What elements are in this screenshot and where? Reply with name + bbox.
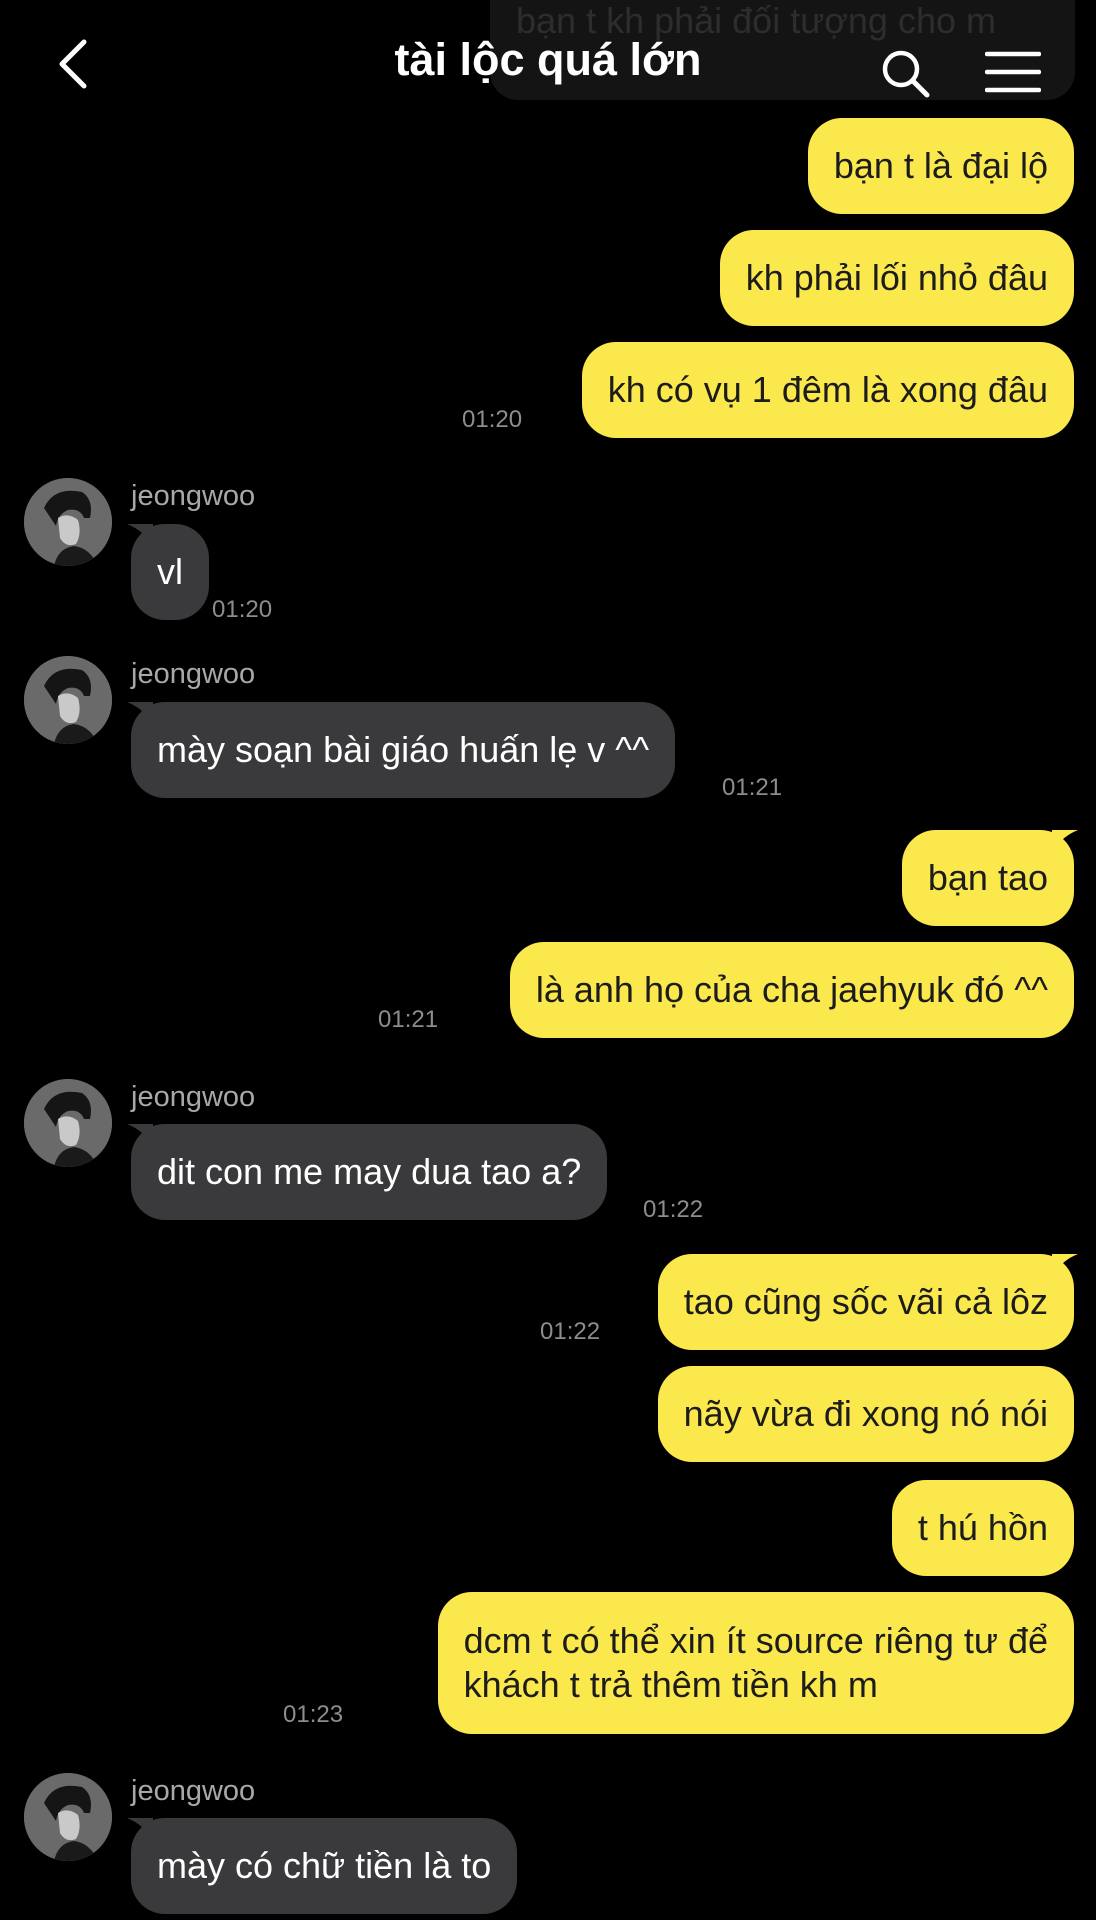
- search-icon: [882, 50, 930, 98]
- message-text: bạn t là đại lộ: [833, 145, 1048, 186]
- message-text: mày soạn bài giáo huấn lẹ v ^^: [157, 729, 650, 770]
- message-timestamp: 01:21: [722, 774, 783, 801]
- message-timestamp: 01:23: [283, 1701, 344, 1728]
- avatar-image: [24, 1773, 112, 1861]
- sent-message-bubble[interactable]: nãy vừa đi xong nó nói: [657, 1366, 1074, 1462]
- message-text: kh có vụ 1 đêm là xong đâu: [607, 369, 1048, 410]
- avatar-image: [24, 1079, 112, 1167]
- message-text: tao cũng sốc vãi cả lôz: [683, 1281, 1048, 1322]
- avatar[interactable]: [24, 1079, 112, 1167]
- sent-message-bubble[interactable]: tao cũng sốc vãi cả lôz: [657, 1254, 1078, 1350]
- message-timestamp: 01:22: [643, 1196, 704, 1223]
- sent-message-bubble[interactable]: t hú hồn: [891, 1480, 1074, 1576]
- sender-name: jeongwoo: [131, 1081, 256, 1113]
- avatar[interactable]: [24, 1773, 112, 1861]
- message-text: vl: [157, 551, 183, 592]
- message-timestamp: 01:20: [462, 406, 523, 433]
- message-text: mày có chữ tiền là to: [157, 1845, 492, 1886]
- received-message-bubble[interactable]: dit con me may dua tao a?: [127, 1124, 608, 1220]
- sender-name: jeongwoo: [131, 658, 256, 690]
- message-text: nãy vừa đi xong nó nói: [683, 1393, 1048, 1434]
- sender-name: jeongwoo: [131, 480, 256, 512]
- avatar-image: [24, 478, 112, 566]
- message-text-line: dcm t có thể xin ít source riêng tư để: [463, 1620, 1048, 1661]
- message-timestamp: 01:22: [540, 1318, 601, 1345]
- received-message-bubble[interactable]: mày có chữ tiền là to: [127, 1818, 518, 1914]
- message-timestamp: 01:21: [378, 1006, 439, 1033]
- chevron-left-icon: [59, 39, 87, 89]
- chat-header: tài lộc quá lớn: [0, 0, 1096, 130]
- avatar[interactable]: [24, 478, 112, 566]
- bubble-tail: [1052, 830, 1078, 856]
- sender-name: jeongwoo: [131, 1775, 256, 1807]
- search-button[interactable]: [880, 48, 932, 100]
- message-text: là anh họ của cha jaehyuk đó ^^: [535, 969, 1048, 1010]
- message-text: bạn tao: [927, 857, 1048, 898]
- hamburger-menu-icon: [984, 51, 1042, 93]
- bubble-tail: [127, 1124, 153, 1150]
- bubble-tail: [127, 702, 153, 728]
- sent-message-bubble[interactable]: là anh họ của cha jaehyuk đó ^^: [509, 942, 1074, 1038]
- avatar-image: [24, 656, 112, 744]
- sent-message-bubble[interactable]: dcm t có thể xin ít source riêng tư để k…: [437, 1592, 1074, 1734]
- sent-message-bubble[interactable]: kh phải lối nhỏ đâu: [719, 230, 1074, 326]
- sent-message-bubble[interactable]: bạn tao: [901, 830, 1078, 926]
- sent-message-bubble[interactable]: kh có vụ 1 đêm là xong đâu: [581, 342, 1074, 438]
- sent-message-bubble[interactable]: bạn t là đại lộ: [807, 118, 1074, 214]
- avatar[interactable]: [24, 656, 112, 744]
- bubble-tail: [1052, 1254, 1078, 1280]
- message-text: dit con me may dua tao a?: [157, 1151, 582, 1192]
- received-message-bubble[interactable]: vl: [127, 524, 209, 620]
- menu-button[interactable]: [984, 50, 1042, 94]
- message-text: kh phải lối nhỏ đâu: [745, 257, 1048, 298]
- bubble-tail: [127, 524, 153, 550]
- back-button[interactable]: [48, 34, 102, 94]
- message-text: t hú hồn: [917, 1507, 1048, 1548]
- message-text-line: khách t trả thêm tiền kh m: [463, 1664, 878, 1705]
- received-message-bubble[interactable]: mày soạn bài giáo huấn lẹ v ^^: [127, 702, 676, 798]
- bubble-tail: [127, 1818, 153, 1844]
- message-timestamp: 01:20: [212, 596, 273, 623]
